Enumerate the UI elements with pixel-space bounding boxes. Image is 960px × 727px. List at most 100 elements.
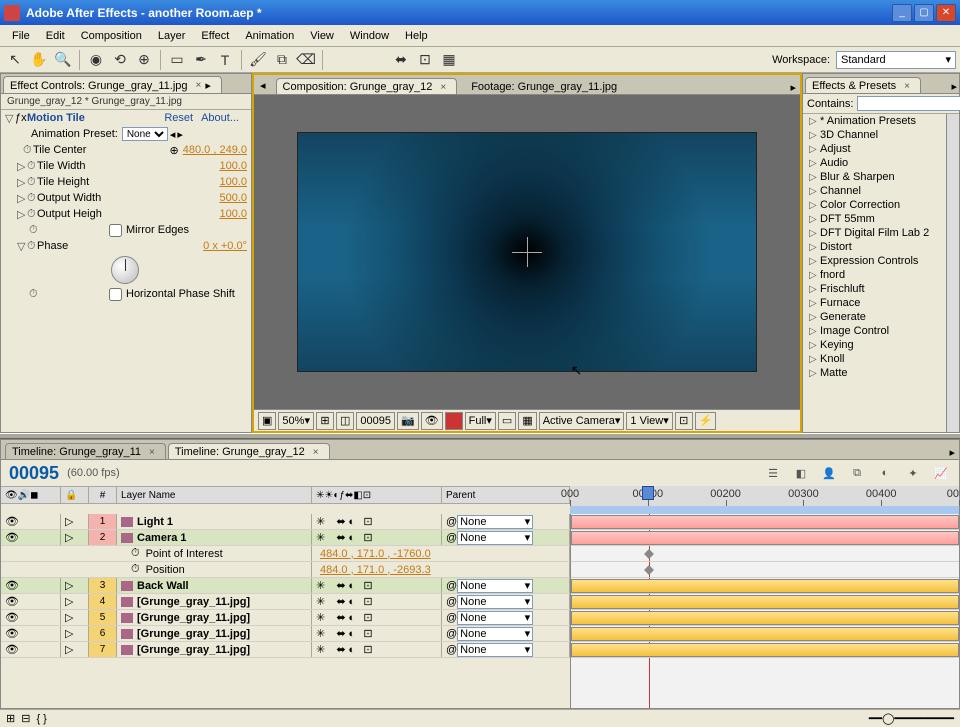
pixel-aspect-icon[interactable]: ⊡	[675, 412, 693, 430]
prev-comp-icon[interactable]: ◂	[258, 77, 268, 94]
effects-category-item[interactable]: ▷Color Correction	[803, 198, 946, 212]
toggle-switches-icon[interactable]: ⊞	[6, 712, 15, 725]
effects-category-item[interactable]: ▷DFT 55mm	[803, 212, 946, 226]
expand-icon[interactable]: ▷	[65, 595, 73, 608]
prop-value[interactable]: 500.0	[219, 192, 247, 204]
maximize-button[interactable]: ▢	[914, 4, 934, 22]
expand-icon[interactable]: ▷	[17, 160, 27, 173]
toggle-modes-icon[interactable]: ⊟	[21, 712, 30, 725]
rect-tool[interactable]: ▭	[166, 49, 188, 71]
effects-category-item[interactable]: ▷fnord	[803, 268, 946, 282]
switch-icon[interactable]: ✳	[316, 515, 325, 528]
scrollbar[interactable]	[946, 114, 959, 432]
layer-bar[interactable]	[571, 595, 959, 609]
layer-track[interactable]	[571, 594, 959, 610]
effects-category-item[interactable]: ▷Knoll	[803, 352, 946, 366]
camera-select[interactable]: Active Camera ▾	[539, 412, 625, 430]
3d-switch-icon[interactable]: ⬌	[336, 627, 345, 640]
resolution-select[interactable]: Full ▾	[465, 412, 496, 430]
stopwatch-icon[interactable]: ⏱	[27, 240, 37, 253]
effects-presets-tab[interactable]: Effects & Presets ×	[805, 77, 921, 93]
safe-zones-icon[interactable]: ⊞	[316, 412, 334, 430]
parent-select[interactable]: None▾	[457, 643, 533, 657]
motion-blur-switch[interactable]: ◐	[348, 580, 355, 592]
collapse-icon[interactable]: ▽	[5, 112, 15, 125]
effects-category-item[interactable]: ▷Matte	[803, 366, 946, 380]
layer-row[interactable]: 👁▷3Back Wall✳ ⬌ ◐ ⊡@ None▾	[1, 578, 570, 594]
effects-category-item[interactable]: ▷Frischluft	[803, 282, 946, 296]
menu-layer[interactable]: Layer	[150, 28, 194, 44]
switch-icon[interactable]: ✳	[316, 595, 325, 608]
video-toggle[interactable]: 👁	[5, 531, 19, 544]
pickwhip-icon[interactable]: @	[446, 644, 457, 656]
pickwhip-icon[interactable]: @	[446, 628, 457, 640]
timeline-tab-active[interactable]: Timeline: Grunge_gray_12 ×	[168, 443, 330, 459]
switch-icon[interactable]: ✳	[316, 627, 325, 640]
stopwatch-icon[interactable]: ⏱	[131, 563, 140, 576]
3d-layer-icon[interactable]: ⊡	[363, 643, 372, 656]
effects-category-item[interactable]: ▷3D Channel	[803, 128, 946, 142]
effects-search-input[interactable]	[857, 96, 960, 111]
close-icon[interactable]: ×	[309, 447, 319, 458]
3d-layer-icon[interactable]: ⊡	[363, 531, 372, 544]
text-tool[interactable]: T	[214, 49, 236, 71]
layer-track[interactable]	[571, 642, 959, 658]
motion-blur-switch[interactable]: ◐	[348, 628, 355, 640]
3d-switch-icon[interactable]: ⬌	[336, 515, 345, 528]
effects-category-item[interactable]: ▷Channel	[803, 184, 946, 198]
next-preset-icon[interactable]: ▸	[177, 128, 183, 141]
stopwatch-icon[interactable]: ⏱	[29, 224, 39, 237]
close-icon[interactable]: ×	[192, 80, 202, 91]
timeline-tab[interactable]: Timeline: Grunge_gray_11 ×	[5, 443, 166, 459]
effects-category-item[interactable]: ▷Keying	[803, 338, 946, 352]
panel-menu-icon[interactable]: ▸	[790, 81, 796, 94]
panel-menu-icon[interactable]: ▸	[205, 79, 211, 92]
effects-category-item[interactable]: ▷Blur & Sharpen	[803, 170, 946, 184]
effects-category-item[interactable]: ▷Image Control	[803, 324, 946, 338]
zoom-tool[interactable]: 🔍	[52, 49, 74, 71]
expand-icon[interactable]: ▷	[65, 515, 73, 528]
video-toggle[interactable]: 👁	[5, 579, 19, 592]
menu-help[interactable]: Help	[397, 28, 436, 44]
switch-icon[interactable]: ✳	[316, 611, 325, 624]
layer-row[interactable]: 👁▷6[Grunge_gray_11.jpg]✳ ⬌ ◐ ⊡@ None▾	[1, 626, 570, 642]
3d-switch-icon[interactable]: ⬌	[336, 595, 345, 608]
property-row[interactable]: ⏱Point of Interest484.0 , 171.0 , -1760.…	[1, 546, 570, 562]
footage-tab[interactable]: Footage: Grunge_gray_11.jpg	[465, 79, 627, 94]
minimize-button[interactable]: _	[892, 4, 912, 22]
snap-icon[interactable]: ⊡	[414, 49, 436, 71]
prop-value[interactable]: 100.0	[219, 176, 247, 188]
layer-row[interactable]: 👁▷5[Grunge_gray_11.jpg]✳ ⬌ ◐ ⊡@ None▾	[1, 610, 570, 626]
parent-select[interactable]: None▾	[457, 515, 533, 529]
horizontal-phase-checkbox[interactable]	[109, 288, 122, 301]
stopwatch-icon[interactable]: ⏱	[27, 176, 37, 189]
pickwhip-icon[interactable]: @	[446, 612, 457, 624]
expand-icon[interactable]: ▷	[17, 192, 27, 205]
close-icon[interactable]: ×	[145, 447, 155, 458]
fx-toggle[interactable]: ƒx	[15, 112, 27, 124]
workspace-select[interactable]: Standard ▾	[836, 51, 956, 69]
pan-behind-tool[interactable]: ⊕	[133, 49, 155, 71]
collapse-icon[interactable]: ▽	[17, 240, 27, 253]
stopwatch-icon[interactable]: ⏱	[29, 288, 39, 301]
layer-row[interactable]: 👁▷4[Grunge_gray_11.jpg]✳ ⬌ ◐ ⊡@ None▾	[1, 594, 570, 610]
switch-icon[interactable]: ✳	[316, 579, 325, 592]
snapshot-icon[interactable]: 📷	[397, 412, 419, 430]
parent-select[interactable]: None▾	[457, 611, 533, 625]
menu-composition[interactable]: Composition	[73, 28, 150, 44]
eraser-tool[interactable]: ⌫	[295, 49, 317, 71]
stopwatch-icon[interactable]: ⏱	[27, 192, 37, 205]
3d-layer-icon[interactable]: ⊡	[363, 595, 372, 608]
layer-bar[interactable]	[571, 579, 959, 593]
effects-category-item[interactable]: ▷Expression Controls	[803, 254, 946, 268]
close-icon[interactable]: ×	[436, 82, 446, 93]
keyframe-icon[interactable]	[644, 565, 654, 575]
prop-value[interactable]: 0 x +0.0°	[203, 240, 247, 252]
orbit-tool[interactable]: ⟲	[109, 49, 131, 71]
time-ruler[interactable]: 000001000020000300004000050	[570, 486, 959, 514]
pickwhip-icon[interactable]: @	[446, 580, 457, 592]
menu-effect[interactable]: Effect	[193, 28, 237, 44]
menu-file[interactable]: File	[4, 28, 38, 44]
prop-value[interactable]: 100.0	[219, 160, 247, 172]
layer-bar[interactable]	[571, 627, 959, 641]
